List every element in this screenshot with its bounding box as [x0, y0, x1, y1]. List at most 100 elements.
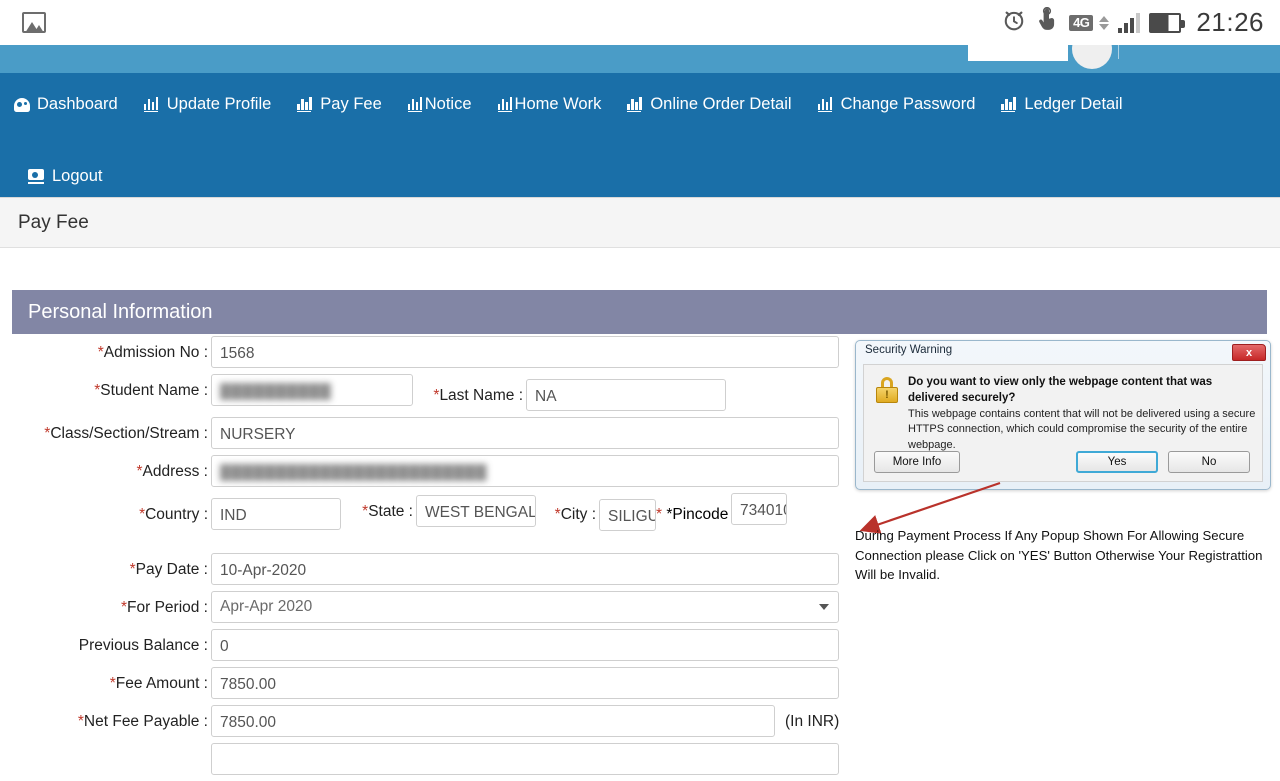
fee-amount-label: *Fee Amount : [109, 675, 208, 692]
form-row-net-fee-payable: *Net Fee Payable : 7850.00 (In INR) [0, 705, 1280, 737]
browser-chrome-strip [0, 45, 1280, 73]
address-value: ████████████████████████ [220, 464, 488, 481]
nav-item-label: Dashboard [37, 95, 118, 113]
security-dialog-question: Do you want to view only the webpage con… [908, 376, 1213, 404]
network-traffic-arrows-icon [1099, 15, 1110, 30]
security-warning-dialog: Security Warning x Do you want to view o… [855, 340, 1271, 490]
pay-date-label: *Pay Date : [129, 561, 208, 578]
android-status-bar: 4G 21:26 [0, 0, 1280, 45]
chevron-down-icon [819, 604, 829, 610]
pincode-label: * *Pincode : [656, 506, 738, 523]
nav-item-home-work[interactable]: Home Work [497, 95, 602, 114]
security-dialog-title: Security Warning [865, 344, 953, 356]
nav-item-dashboard[interactable]: Dashboard [14, 95, 118, 114]
bar-chart-icon [627, 96, 643, 113]
pay-date-input[interactable]: 10-Apr-2020 [211, 553, 839, 585]
nav-item-label: Pay Fee [320, 95, 382, 113]
previous-balance-label: Previous Balance : [78, 637, 208, 654]
state-label: *State : [362, 503, 413, 520]
page-title: Pay Fee [18, 211, 89, 233]
battery-icon [1149, 12, 1186, 33]
for-period-label: *For Period : [120, 599, 208, 616]
student-name-input[interactable]: ██████████ [211, 374, 413, 406]
next-field-label [0, 743, 208, 751]
browser-profile-avatar[interactable] [1072, 45, 1112, 69]
browser-tab[interactable] [968, 45, 1068, 61]
alarm-clock-icon [1001, 7, 1027, 38]
payment-instruction-note: During Payment Process If Any Popup Show… [855, 528, 1263, 583]
nav-item-update-profile[interactable]: Update Profile [143, 95, 272, 114]
student-name-value: ██████████ [220, 383, 332, 400]
page-title-band: Pay Fee [0, 198, 1280, 248]
section-header-personal-information: Personal Information [12, 290, 1267, 334]
network-4g-icon: 4G [1069, 14, 1094, 31]
country-input[interactable]: IND [211, 498, 341, 530]
gallery-icon [22, 12, 46, 33]
status-bar-clock: 21:26 [1196, 7, 1264, 37]
form-row-next-partial [0, 743, 1280, 775]
country-label: *Country : [139, 506, 208, 523]
nav-item-label: Online Order Detail [650, 95, 792, 113]
for-period-value: Apr-Apr 2020 [220, 598, 313, 615]
signal-bars-icon [1118, 12, 1141, 33]
nav-item-label: Home Work [514, 95, 602, 113]
more-info-button[interactable]: More Info [874, 451, 960, 473]
bar-chart-icon [297, 96, 313, 113]
chrome-divider-right [1118, 45, 1119, 59]
bar-chart-icon [143, 96, 160, 113]
status-bar-right: 4G 21:26 [1001, 6, 1264, 38]
bar-chart-icon [497, 96, 514, 113]
yes-button[interactable]: Yes [1076, 451, 1158, 473]
class-section-stream-label: *Class/Section/Stream : [44, 425, 208, 442]
address-label: *Address : [136, 463, 208, 480]
form-row-for-period: *For Period : Apr-Apr 2020 [0, 591, 1280, 623]
nav-item-pay-fee[interactable]: Pay Fee [297, 95, 382, 114]
net-fee-currency-suffix: (In INR) [785, 713, 840, 730]
previous-balance-input[interactable]: 0 [211, 629, 839, 661]
nav-item-logout[interactable]: Logout [28, 167, 102, 186]
last-name-input[interactable]: NA [526, 379, 726, 411]
form-row-previous-balance: Previous Balance : 0 [0, 629, 1280, 661]
nav-item-label: Update Profile [166, 95, 272, 113]
nav-item-label: Ledger Detail [1024, 95, 1123, 113]
lock-icon [876, 377, 898, 403]
for-period-select[interactable]: Apr-Apr 2020 [211, 591, 839, 623]
class-section-stream-input[interactable]: NURSERY [211, 417, 839, 449]
no-button[interactable]: No [1168, 451, 1250, 473]
net-fee-payable-label: *Net Fee Payable : [77, 713, 208, 730]
gauge-icon [14, 97, 30, 112]
pincode-input[interactable]: 734010 [731, 493, 787, 525]
nav-items-row: Dashboard Update Profile Pay Fee Notice … [0, 95, 1280, 114]
nav-item-label: Change Password [840, 95, 976, 113]
net-fee-payable-input[interactable]: 7850.00 [211, 705, 775, 737]
nav-item-ledger-detail[interactable]: Ledger Detail [1001, 95, 1123, 114]
section-title: Personal Information [28, 300, 213, 323]
city-input[interactable]: SILIGURI [599, 499, 656, 531]
browser-address-bar[interactable] [1124, 45, 1280, 59]
nav-item-label: Logout [52, 167, 103, 185]
student-name-label: *Student Name : [94, 382, 208, 399]
security-warning-panel: Security Warning x Do you want to view o… [855, 340, 1275, 582]
next-field-input[interactable] [211, 743, 839, 775]
fee-amount-input[interactable]: 7850.00 [211, 667, 839, 699]
city-label: *City : [554, 506, 596, 523]
security-dialog-body: Do you want to view only the webpage con… [863, 364, 1263, 482]
nav-item-online-order-detail[interactable]: Online Order Detail [627, 95, 792, 114]
nav-item-change-password[interactable]: Change Password [817, 95, 976, 114]
address-input[interactable]: ████████████████████████ [211, 455, 839, 487]
bar-chart-icon [407, 96, 424, 113]
nav-item-label: Notice [424, 95, 472, 113]
nav-item-notice[interactable]: Notice [407, 95, 472, 114]
status-bar-left [22, 12, 46, 33]
admission-no-label: *Admission No : [97, 344, 208, 361]
monitor-icon [28, 169, 44, 184]
state-input[interactable]: WEST BENGAL [416, 495, 536, 527]
admission-no-input[interactable]: 1568 [211, 336, 839, 368]
security-dialog-description: This webpage contains content that will … [908, 408, 1256, 451]
touch-pointer-icon [1036, 6, 1060, 38]
last-name-label: *Last Name : [433, 387, 523, 404]
main-navigation-bar: Dashboard Update Profile Pay Fee Notice … [0, 73, 1280, 198]
chrome-divider-left [1066, 45, 1067, 59]
bar-chart-icon [817, 96, 834, 113]
close-icon[interactable]: x [1232, 344, 1266, 361]
